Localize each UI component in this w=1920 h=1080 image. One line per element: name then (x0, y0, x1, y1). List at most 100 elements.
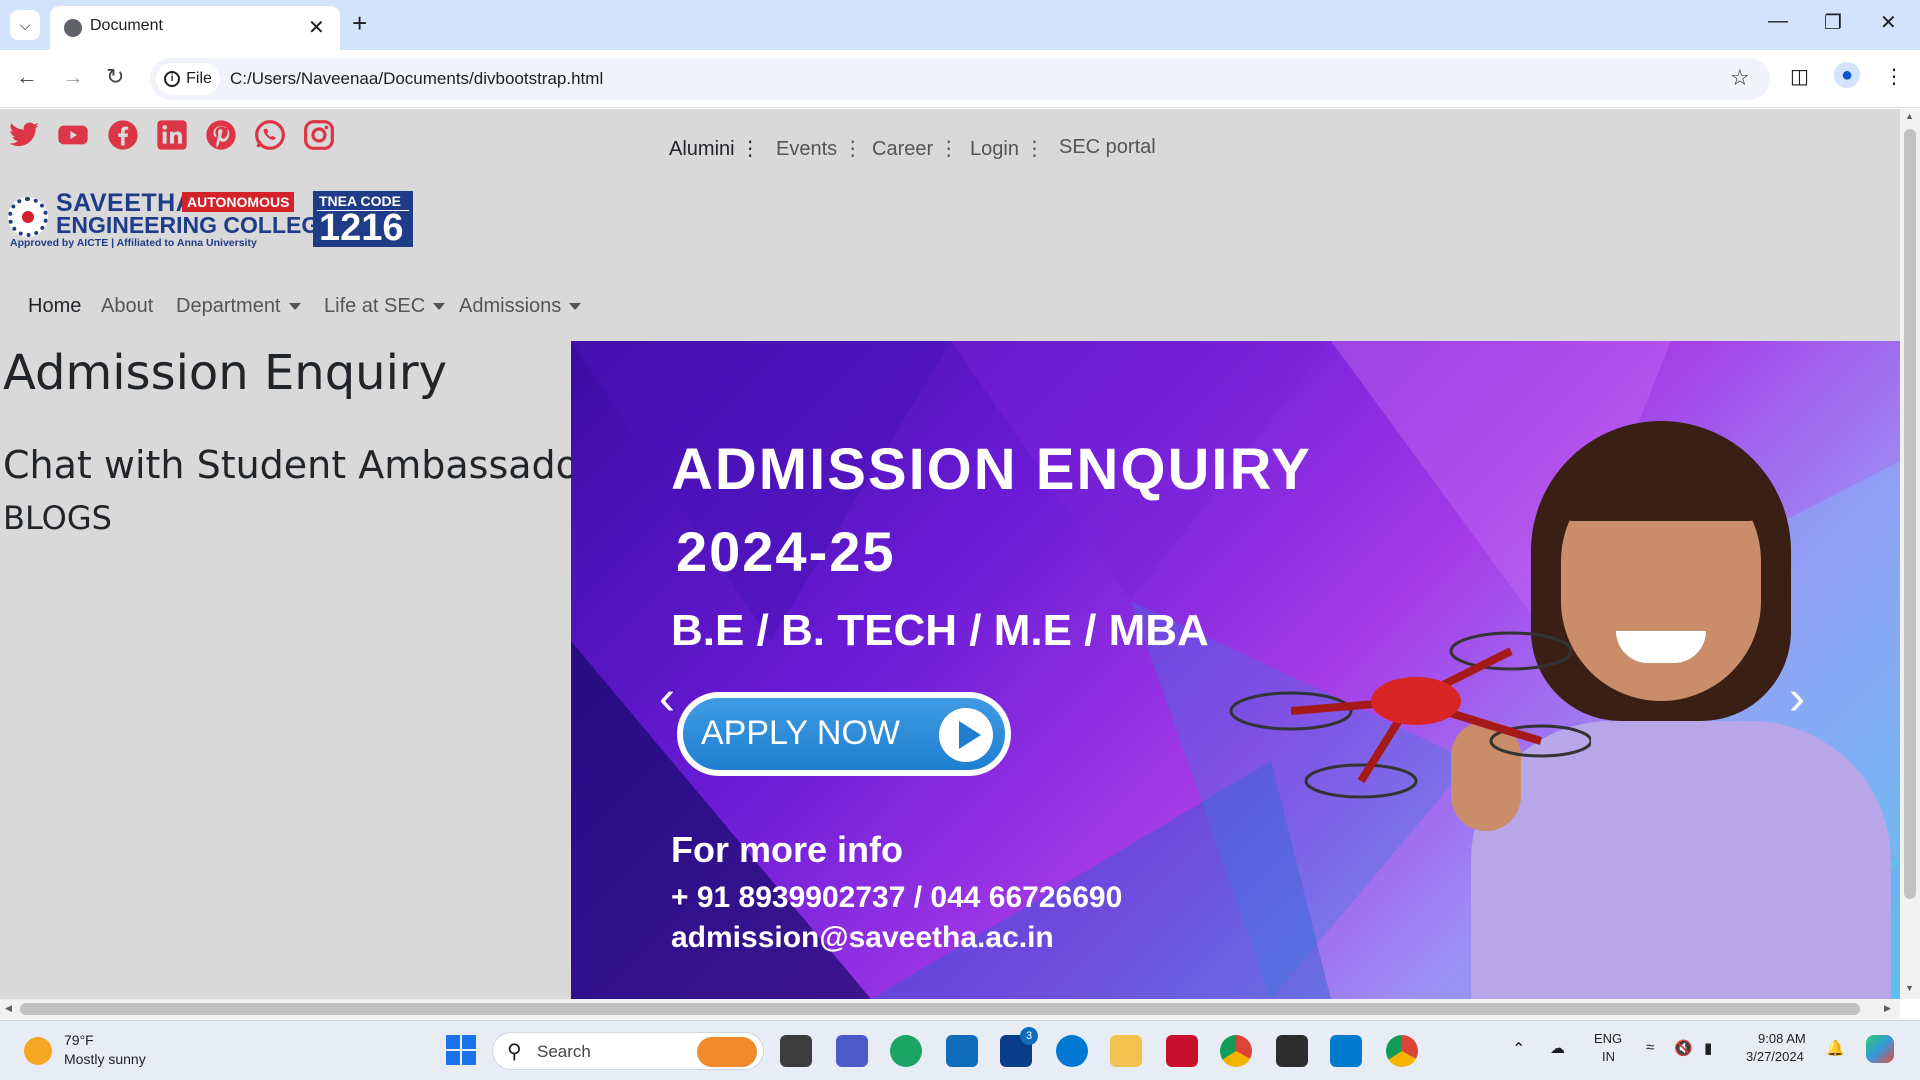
mcafee-icon[interactable] (1166, 1035, 1198, 1067)
top-nav-alumini[interactable]: Alumini ⋮ (669, 136, 760, 161)
top-nav-events[interactable]: Events ⋮ (776, 136, 863, 161)
volume-muted-icon[interactable]: 🔇 (1674, 1039, 1693, 1057)
nav-home[interactable]: Home (28, 295, 81, 318)
vscode-icon[interactable] (1330, 1035, 1362, 1067)
top-nav-login[interactable]: Login ⋮ (970, 136, 1045, 161)
tnea-code-box: TNEA CODE 1216 (313, 191, 413, 248)
clock-time[interactable]: 9:08 AM (1758, 1031, 1806, 1046)
blogs-heading[interactable]: BLOGS (3, 499, 112, 537)
caret-down-icon (569, 303, 582, 311)
notification-bell-icon[interactable]: 🔔 (1826, 1039, 1845, 1057)
nav-admissions[interactable]: Admissions (459, 295, 582, 318)
scroll-left-icon[interactable]: ◀ (5, 1003, 12, 1014)
learning-app-icon[interactable]: 3 (1000, 1027, 1038, 1067)
address-bar[interactable]: i File C:/Users/Naveenaa/Documents/divbo… (150, 58, 1770, 100)
browser-tab[interactable]: Document ✕ (50, 6, 340, 50)
scroll-down-icon[interactable]: ▼ (1905, 983, 1914, 993)
logo-tagline: Approved by AICTE | Affiliated to Anna U… (10, 237, 257, 249)
nav-admissions-label: Admissions (459, 295, 562, 317)
facebook-icon[interactable] (107, 119, 139, 151)
reload-button[interactable]: ↻ (106, 64, 124, 90)
side-panel-icon[interactable]: ◫ (1790, 64, 1809, 89)
instagram-icon[interactable] (303, 119, 335, 151)
battery-icon[interactable]: ▮ (1704, 1039, 1712, 1057)
twitter-icon[interactable] (8, 119, 40, 151)
forward-button[interactable]: → (62, 64, 84, 90)
tab-search-button[interactable]: ⌵ (10, 10, 40, 40)
language-line1[interactable]: ENG (1594, 1031, 1622, 1046)
banner-year: 2024-25 (676, 520, 896, 583)
bookmark-star-icon[interactable]: ☆ (1730, 65, 1750, 91)
vertical-scroll-thumb[interactable] (1904, 129, 1916, 899)
clock-date[interactable]: 3/27/2024 (1746, 1049, 1804, 1064)
new-tab-button[interactable]: + (352, 8, 367, 39)
chevron-up-icon[interactable]: ⌃ (1512, 1039, 1525, 1059)
language-line2[interactable]: IN (1602, 1049, 1615, 1064)
terminal-icon[interactable] (1276, 1035, 1308, 1067)
whatsapp-icon[interactable] (254, 119, 286, 151)
nav-department[interactable]: Department (176, 295, 301, 318)
tab-title: Document (90, 17, 163, 34)
admission-banner-carousel[interactable]: ADMISSION ENQUIRY 2024-25 B.E / B. TECH … (571, 341, 1900, 999)
task-view-icon[interactable] (780, 1035, 812, 1067)
url-text[interactable]: C:/Users/Naveenaa/Documents/divbootstrap… (230, 69, 603, 89)
nav-life-at-sec[interactable]: Life at SEC (324, 295, 446, 318)
horizontal-scroll-thumb[interactable] (20, 1003, 1860, 1015)
teams-icon[interactable] (836, 1035, 868, 1067)
site-info-chip[interactable]: i File (156, 63, 220, 95)
chrome-icon[interactable] (1386, 1035, 1418, 1067)
back-button[interactable]: ← (16, 64, 38, 90)
search-highlight-icon (697, 1037, 757, 1067)
caret-down-icon (433, 303, 446, 311)
menu-kebab-icon[interactable]: ⋮ (1884, 64, 1904, 89)
top-nav-sec-portal[interactable]: SEC portal (1059, 136, 1156, 159)
admission-enquiry-heading: Admission Enquiry (3, 345, 448, 401)
nav-about[interactable]: About (101, 295, 153, 318)
onedrive-icon[interactable]: ☁ (1550, 1039, 1565, 1057)
taskbar: 79°F Mostly sunny ⚲ Search 3 ⌃ ☁ ENG IN … (0, 1020, 1920, 1080)
banner-courses: B.E / B. TECH / M.E / MBA (671, 606, 1209, 655)
logo-emblem-icon (8, 197, 48, 237)
close-tab-icon[interactable]: ✕ (308, 15, 325, 40)
caret-down-icon (288, 303, 301, 311)
profile-icon[interactable]: ● (1834, 62, 1860, 88)
carousel-prev-icon[interactable]: ‹ (659, 671, 675, 726)
carousel-next-icon[interactable]: › (1789, 671, 1805, 726)
linkedin-icon[interactable] (156, 119, 188, 151)
banner-phone: + 91 8939902737 / 044 66726690 (671, 881, 1123, 914)
cortana-icon[interactable] (1056, 1035, 1088, 1067)
restore-button[interactable]: ❐ (1824, 10, 1842, 35)
copilot-icon[interactable] (1866, 1035, 1894, 1063)
chevron-down-icon: ⌵ (19, 16, 31, 33)
chat-ambassador-heading[interactable]: Chat with Student Ambassador (3, 443, 595, 487)
logo-autonomous-badge: AUTONOMOUS (182, 192, 295, 212)
college-logo[interactable]: SAVEETHA AUTONOMOUS ENGINEERING COLLEGE … (8, 189, 414, 249)
scroll-right-icon[interactable]: ▶ (1884, 1003, 1891, 1014)
taskbar-search[interactable]: ⚲ Search (492, 1032, 764, 1070)
play-icon (939, 708, 993, 762)
youtube-icon[interactable] (57, 119, 89, 151)
mail-icon[interactable] (946, 1035, 978, 1067)
weather-desc: Mostly sunny (64, 1051, 146, 1067)
file-explorer-icon[interactable] (1110, 1035, 1142, 1067)
banner-email: admission@saveetha.ac.in (671, 921, 1054, 954)
edge-icon[interactable] (890, 1035, 922, 1067)
apply-now-button[interactable]: APPLY NOW (677, 692, 1011, 776)
title-bar: ⌵ Document ✕ + — ❐ ✕ (0, 0, 1920, 50)
close-window-button[interactable]: ✕ (1880, 10, 1897, 35)
horizontal-scrollbar[interactable]: ◀ ▶ (0, 999, 1900, 1019)
chrome-profile-icon[interactable] (1220, 1035, 1252, 1067)
vertical-scrollbar[interactable]: ▲ ▼ (1900, 109, 1920, 999)
logo-name-line2: ENGINEERING COLLEGE (56, 212, 335, 238)
apply-now-label: APPLY NOW (701, 714, 901, 752)
top-nav-career[interactable]: Career ⋮ (872, 136, 959, 161)
start-button[interactable] (446, 1035, 476, 1065)
banner-info-heading: For more info (671, 829, 903, 870)
scroll-up-icon[interactable]: ▲ (1905, 111, 1914, 121)
weather-widget[interactable]: 79°F Mostly sunny (24, 1031, 184, 1071)
wifi-icon[interactable]: ≈ (1646, 1039, 1654, 1056)
minimize-button[interactable]: — (1768, 10, 1788, 33)
info-icon: i (164, 71, 181, 87)
pinterest-icon[interactable] (205, 119, 237, 151)
site-chip-label: File (186, 70, 212, 87)
